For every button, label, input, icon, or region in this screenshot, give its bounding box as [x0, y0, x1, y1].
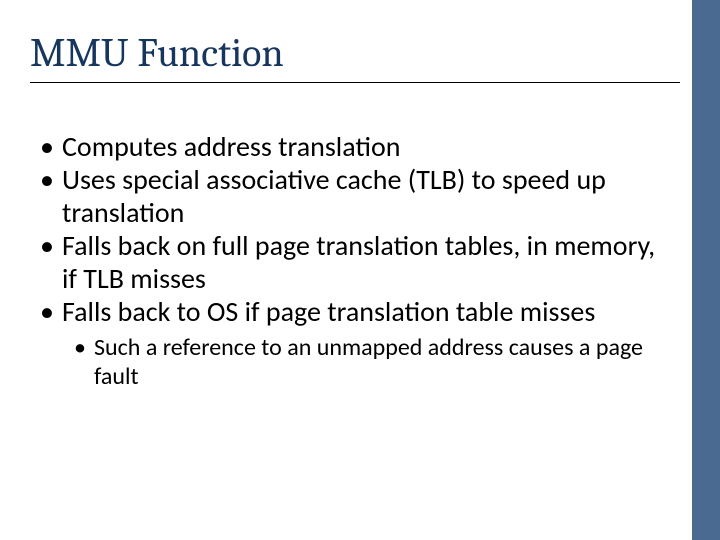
accent-sidebar: [692, 0, 720, 540]
bullet-item: Falls back on full page translation tabl…: [40, 229, 660, 295]
title-area: MMU Function: [30, 30, 680, 83]
bullet-list: Computes address translation Uses specia…: [40, 130, 660, 328]
bullet-item: Computes address translation: [40, 130, 660, 163]
sub-bullet-list: Such a reference to an unmapped address …: [40, 334, 660, 392]
bullet-item: Falls back to OS if page translation tab…: [40, 295, 660, 328]
sub-bullet-item: Such a reference to an unmapped address …: [74, 334, 660, 392]
bullet-item: Uses special associative cache (TLB) to …: [40, 163, 660, 229]
slide-title: MMU Function: [30, 30, 680, 76]
slide-body: Computes address translation Uses specia…: [40, 130, 660, 392]
title-underline: [30, 82, 680, 83]
